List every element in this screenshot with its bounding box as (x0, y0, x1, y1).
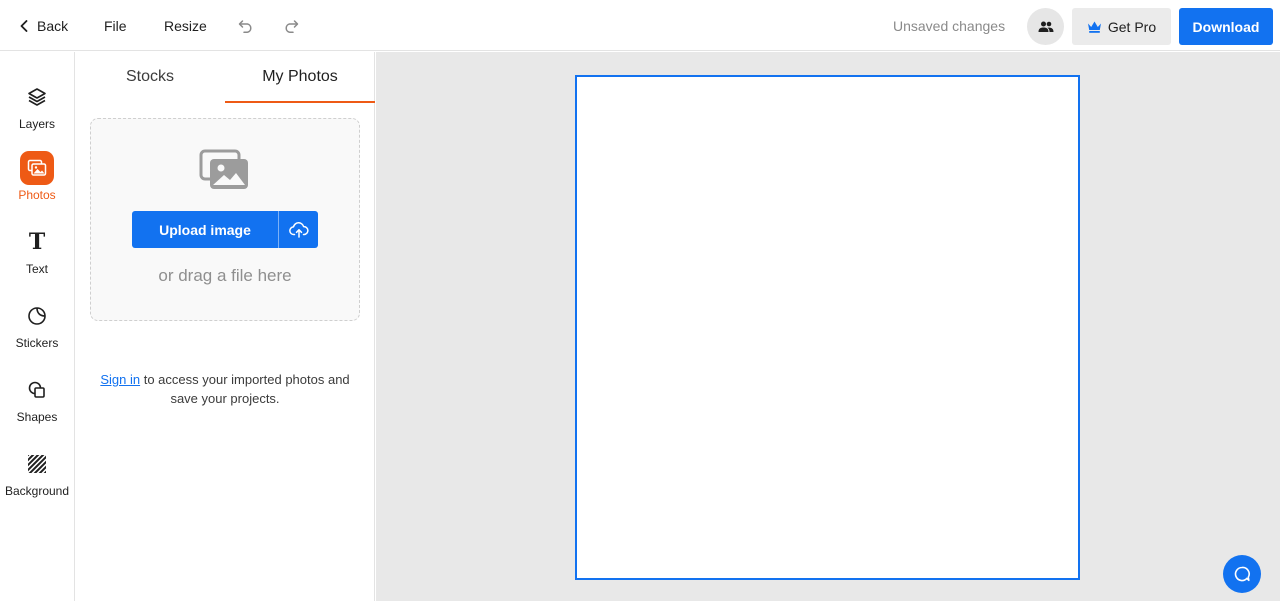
rail-item-text[interactable]: T Text (0, 225, 74, 291)
rail-label-text: Text (25, 262, 48, 276)
unsaved-status: Unsaved changes (893, 17, 1006, 34)
undo-button[interactable] (238, 0, 254, 51)
back-button[interactable]: Back (20, 0, 68, 51)
tab-my-photos[interactable]: My Photos (225, 52, 375, 102)
resize-label: Resize (164, 17, 207, 34)
tab-stocks[interactable]: Stocks (75, 52, 225, 102)
help-chat-button[interactable] (1223, 555, 1261, 593)
layers-icon (20, 80, 54, 114)
left-toolbar: Layers Photos T Text Stickers Shapes Bac… (0, 52, 75, 601)
signin-message: to access your imported photos and save … (140, 372, 350, 406)
rail-label-shapes: Shapes (16, 410, 58, 424)
drag-file-hint: or drag a file here (158, 266, 292, 285)
rail-label-photos: Photos (18, 188, 56, 202)
redo-button[interactable] (283, 0, 299, 51)
download-button[interactable]: Download (1179, 8, 1273, 45)
sticker-icon (20, 299, 54, 333)
artboard[interactable] (575, 75, 1080, 580)
resize-button[interactable]: Resize (164, 0, 207, 51)
get-pro-label: Get Pro (1107, 18, 1157, 35)
top-toolbar: Back File Resize Unsaved changes Get Pro… (0, 0, 1280, 51)
crown-icon (1087, 21, 1101, 33)
upload-image-button[interactable]: Upload image (132, 211, 318, 248)
people-icon (1038, 21, 1053, 32)
photos-panel: Stocks My Photos Upload image or drag a … (75, 52, 375, 601)
sign-in-link[interactable]: Sign in (100, 372, 140, 387)
canvas-workspace[interactable] (376, 52, 1280, 601)
file-menu-button[interactable]: File (104, 0, 127, 51)
chat-bubble-icon (1234, 566, 1250, 582)
text-icon: T (28, 229, 46, 255)
active-tab-indicator (225, 101, 375, 103)
upload-dropzone[interactable]: Upload image or drag a file here (90, 118, 360, 321)
rail-item-layers[interactable]: Layers (0, 80, 74, 146)
images-placeholder-icon (199, 149, 248, 189)
rail-item-shapes[interactable]: Shapes (0, 373, 74, 439)
chevron-left-icon (20, 19, 28, 32)
collaborators-button[interactable] (1027, 8, 1064, 45)
photos-icon (20, 151, 54, 185)
rail-item-photos[interactable]: Photos (0, 151, 74, 217)
rail-item-stickers[interactable]: Stickers (0, 299, 74, 365)
rail-item-background[interactable]: Background (0, 447, 74, 513)
shapes-icon (20, 373, 54, 407)
undo-icon (238, 19, 252, 33)
rail-label-background: Background (4, 484, 70, 498)
back-label: Back (37, 17, 69, 34)
signin-prompt: Sign in to access your imported photos a… (90, 370, 360, 408)
rail-label-stickers: Stickers (15, 336, 59, 350)
background-pattern-icon (20, 447, 54, 481)
file-label: File (104, 17, 127, 34)
rail-label-layers: Layers (18, 117, 56, 131)
cloud-upload-icon[interactable] (279, 211, 318, 248)
get-pro-button[interactable]: Get Pro (1072, 8, 1171, 45)
upload-image-label: Upload image (132, 211, 279, 248)
redo-icon (285, 19, 299, 33)
